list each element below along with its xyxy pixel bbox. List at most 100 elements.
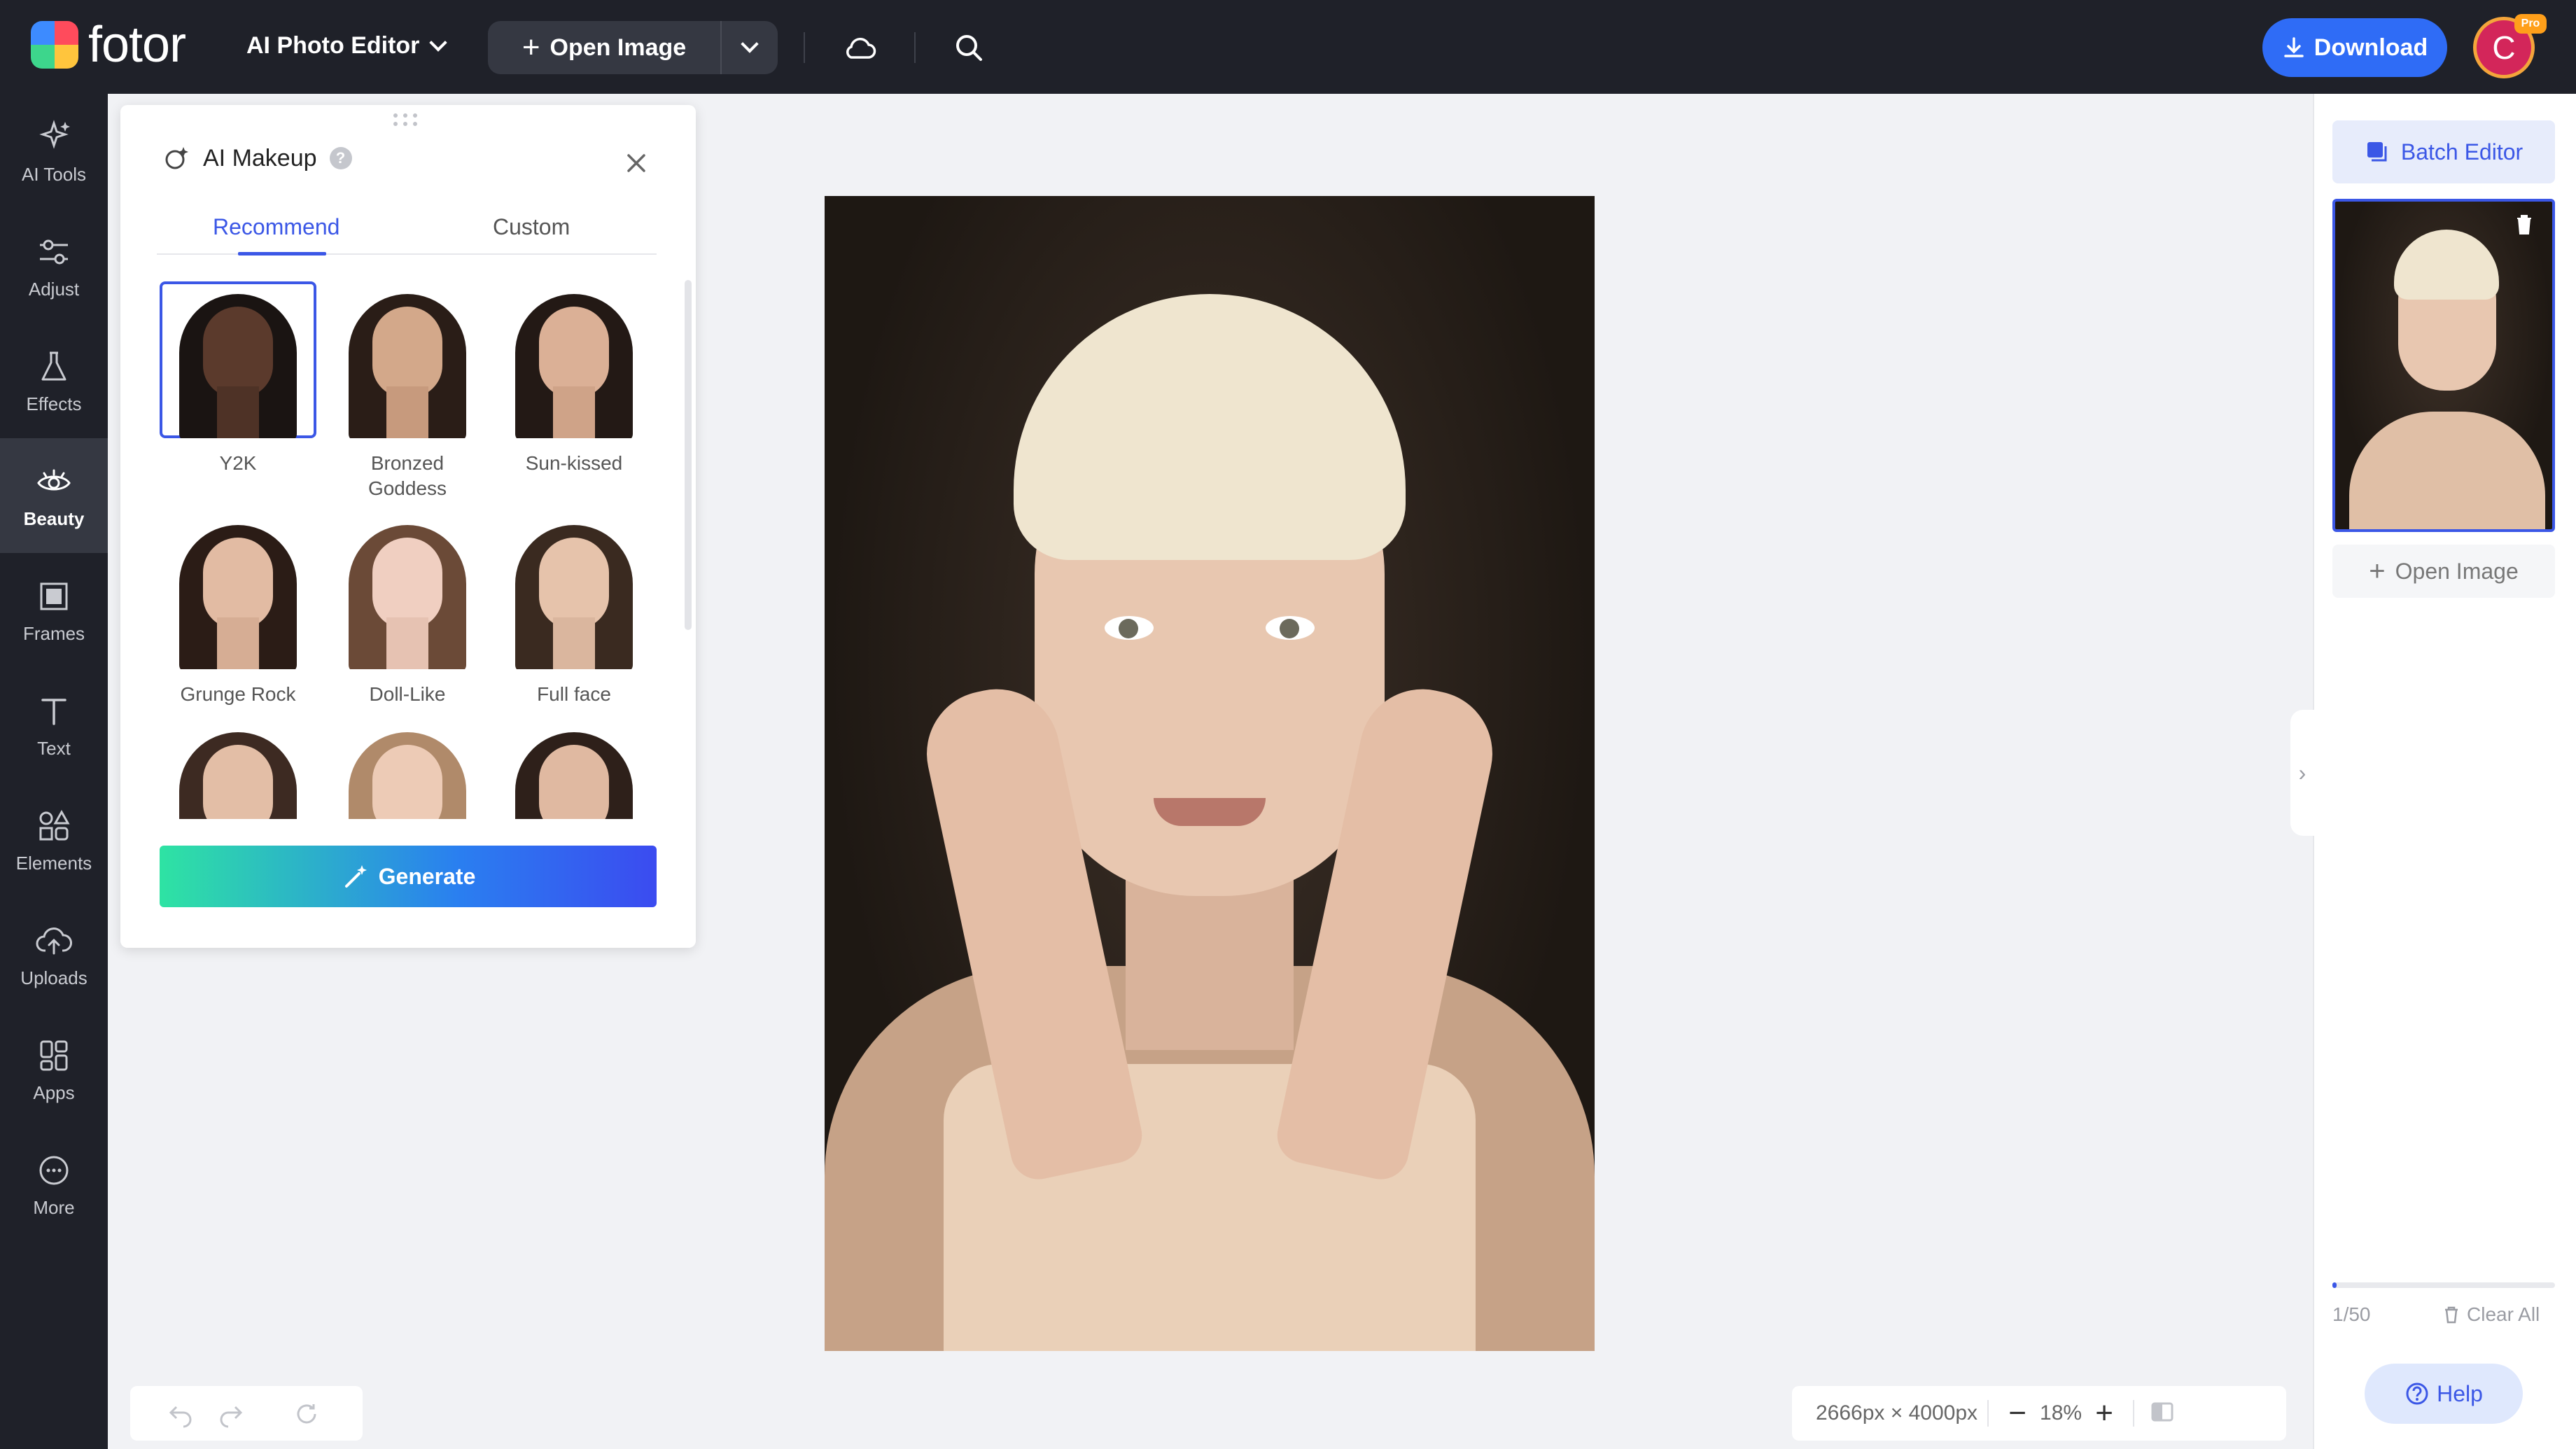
preset-thumbnail — [496, 281, 652, 438]
compare-icon[interactable] — [2150, 1399, 2175, 1428]
plus-icon: + — [2369, 555, 2386, 587]
reset-icon[interactable] — [293, 1400, 321, 1428]
effects-icon — [41, 351, 66, 380]
batch-progress-fill — [2332, 1282, 2337, 1288]
main-photo[interactable] — [825, 196, 1595, 1351]
sidebar-item-label: Effects — [26, 393, 82, 414]
pro-badge: Pro — [2514, 14, 2547, 34]
history-toolbar — [130, 1386, 363, 1441]
preset-thumbnail — [329, 512, 486, 669]
fotor-logo[interactable]: fotor — [31, 17, 186, 73]
toolbar-divider — [804, 32, 805, 63]
sidebar-item-label: Apps — [33, 1082, 75, 1103]
download-icon — [2284, 37, 2304, 57]
preset-sun-kissed[interactable]: Sun-kissed — [496, 281, 652, 476]
plus-icon: + — [522, 30, 540, 64]
toolbar-divider — [2133, 1400, 2135, 1427]
sidebar-item-beauty[interactable]: Beauty — [0, 438, 108, 553]
logo-text: fotor — [88, 17, 186, 73]
sidebar-item-ai-tools[interactable]: AI Tools — [0, 94, 108, 209]
chevron-down-icon — [741, 35, 759, 53]
preset-doll-like[interactable]: Doll-Like — [329, 512, 486, 707]
photo-eye — [1266, 616, 1315, 640]
preset-label: Grunge Rock — [180, 683, 296, 705]
preset-thumbnail — [160, 512, 316, 669]
help-circle-icon — [2406, 1382, 2428, 1405]
generate-label: Generate — [378, 863, 476, 889]
tab-recommend[interactable]: Recommend — [213, 214, 340, 240]
download-label: Download — [2314, 34, 2428, 61]
sidebar-item-label: Text — [37, 737, 71, 759]
trash-icon[interactable] — [2512, 211, 2537, 237]
sidebar-item-adjust[interactable]: Adjust — [0, 209, 108, 323]
preset-item[interactable] — [160, 720, 316, 819]
help-button[interactable]: Help — [2365, 1364, 2523, 1424]
batch-count: 1/50 — [2332, 1303, 2371, 1325]
close-icon[interactable] — [619, 146, 654, 181]
fotor-logo-icon — [31, 21, 78, 69]
preset-label: Bronzed Goddess — [368, 452, 447, 499]
sidebar-item-text[interactable]: Text — [0, 668, 108, 783]
preset-thumbnail — [329, 281, 486, 438]
clear-all-label: Clear All — [2467, 1303, 2540, 1325]
open-image-button[interactable]: + Open Image — [488, 21, 722, 74]
ai-tools-icon — [39, 119, 70, 149]
sidebar-item-effects[interactable]: Effects — [0, 323, 108, 438]
open-image-label: Open Image — [550, 34, 687, 61]
redo-icon[interactable] — [217, 1400, 245, 1428]
editor-mode-dropdown[interactable]: AI Photo Editor — [246, 32, 448, 59]
cloud-icon[interactable] — [839, 27, 881, 69]
editor-mode-label: AI Photo Editor — [246, 32, 420, 59]
uploads-icon — [36, 927, 72, 954]
preset-bronzed-goddess[interactable]: Bronzed Goddess — [329, 281, 486, 501]
panel-scrollbar[interactable] — [685, 280, 692, 630]
help-question-icon[interactable]: ? — [329, 147, 352, 169]
photo-hair — [1014, 294, 1406, 560]
batch-image-thumbnail[interactable] — [2332, 199, 2555, 532]
preset-y2k[interactable]: Y2K — [160, 281, 316, 476]
preset-grunge-rock[interactable]: Grunge Rock — [160, 512, 316, 707]
add-image-label: Open Image — [2395, 558, 2519, 584]
clear-all-button[interactable]: Clear All — [2442, 1303, 2540, 1326]
open-image-group: + Open Image — [488, 21, 778, 74]
beauty-icon — [37, 469, 71, 490]
preset-label: Doll-Like — [369, 683, 446, 705]
trash-icon — [2445, 1306, 2458, 1324]
preset-item[interactable] — [496, 720, 652, 819]
photo-eye — [1105, 616, 1154, 640]
sidebar-item-elements[interactable]: Elements — [0, 783, 108, 897]
preset-full-face[interactable]: Full face — [496, 512, 652, 707]
undo-icon[interactable] — [167, 1400, 195, 1428]
sidebar-item-frames[interactable]: Frames — [0, 553, 108, 668]
open-image-dropdown[interactable] — [722, 21, 778, 74]
sidebar-item-label: Adjust — [28, 278, 80, 300]
sidebar-item-label: Frames — [22, 622, 85, 644]
preset-label: Full face — [537, 683, 611, 705]
magic-wand-icon — [344, 865, 367, 888]
preset-item[interactable] — [329, 720, 486, 819]
drag-handle-icon[interactable] — [393, 113, 419, 126]
zoom-out-button[interactable]: − — [1998, 1396, 2036, 1431]
add-image-button[interactable]: + Open Image — [2332, 545, 2555, 598]
sidebar-item-apps[interactable]: Apps — [0, 1012, 108, 1127]
download-button[interactable]: Download — [2262, 18, 2447, 77]
tab-custom[interactable]: Custom — [493, 214, 570, 240]
toolbar-divider — [914, 32, 916, 63]
sidebar-item-uploads[interactable]: Uploads — [0, 897, 108, 1012]
zoom-in-button[interactable]: + — [2085, 1396, 2123, 1431]
left-sidebar: AI Tools Adjust Effects Beauty Frames Te… — [0, 94, 108, 1449]
help-label: Help — [2437, 1380, 2483, 1406]
zoom-toolbar: 2666px × 4000px − 18% + — [1792, 1386, 2286, 1441]
toolbar-divider — [1987, 1400, 1989, 1427]
frames-icon — [40, 582, 68, 610]
batch-editor-button[interactable]: Batch Editor — [2332, 120, 2555, 183]
collapse-right-panel[interactable]: › — [2290, 710, 2314, 836]
search-icon[interactable] — [948, 27, 990, 69]
sidebar-item-more[interactable]: More — [0, 1127, 108, 1242]
preset-thumbnail — [329, 720, 486, 819]
photo-mouth — [1154, 798, 1266, 826]
zoom-level[interactable]: 18% — [2036, 1401, 2085, 1425]
sidebar-item-label: More — [33, 1196, 75, 1218]
panel-title: AI Makeup — [203, 144, 317, 172]
generate-button[interactable]: Generate — [160, 846, 657, 907]
